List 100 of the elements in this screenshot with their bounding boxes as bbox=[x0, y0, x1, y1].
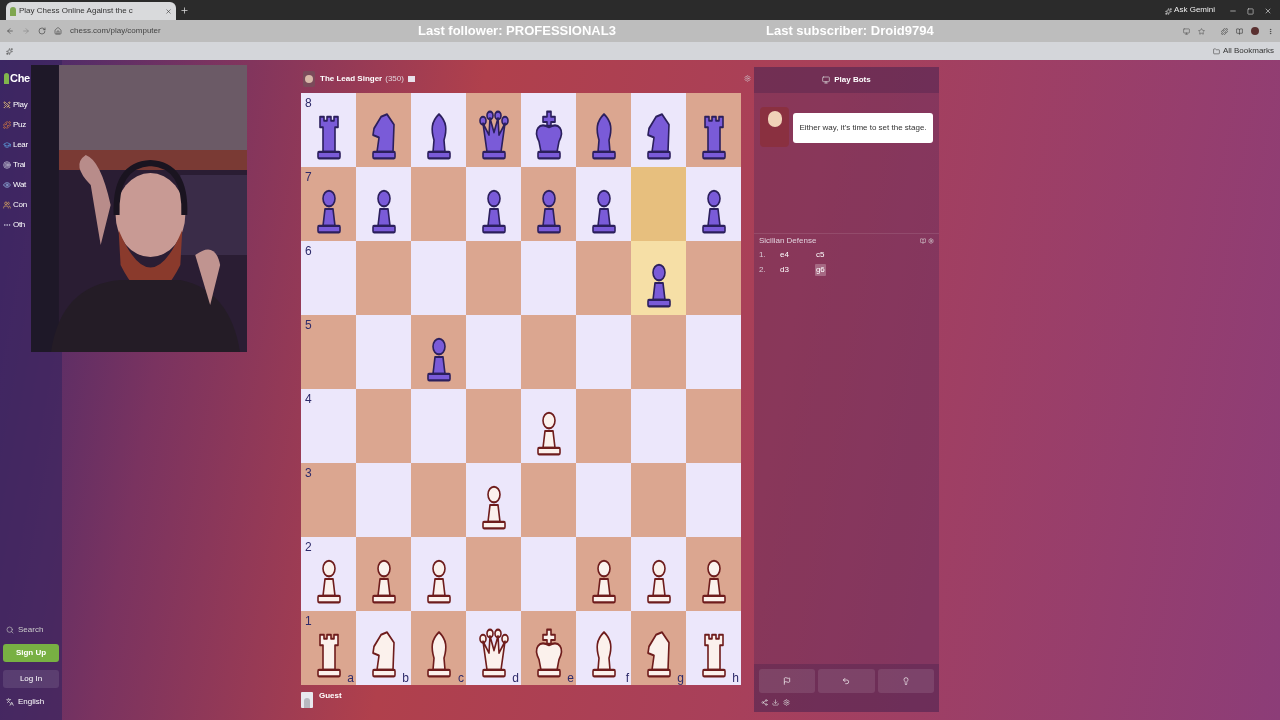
target-icon bbox=[3, 160, 11, 169]
move-text[interactable]: g6 bbox=[814, 263, 826, 276]
board-square[interactable]: e bbox=[521, 611, 576, 685]
board-square[interactable] bbox=[466, 93, 521, 167]
board-square[interactable]: d bbox=[466, 611, 521, 685]
file-label: d bbox=[512, 672, 519, 684]
board-square[interactable] bbox=[631, 93, 686, 167]
board-square[interactable] bbox=[521, 93, 576, 167]
file-label: e bbox=[567, 672, 574, 684]
minimize-icon[interactable] bbox=[1229, 7, 1237, 15]
board-square[interactable] bbox=[576, 93, 631, 167]
board-square[interactable]: 2 bbox=[301, 537, 356, 611]
board-square[interactable]: g bbox=[631, 611, 686, 685]
move-text[interactable]: e4 bbox=[779, 248, 790, 261]
new-tab-icon[interactable] bbox=[180, 6, 189, 15]
board-square[interactable]: c bbox=[411, 611, 466, 685]
gear-icon[interactable] bbox=[928, 237, 934, 244]
board-square[interactable]: 1 a bbox=[301, 611, 356, 685]
board-square[interactable] bbox=[411, 537, 466, 611]
bookmark-star-icon[interactable] bbox=[1198, 27, 1205, 35]
pawn-favicon-icon bbox=[10, 6, 16, 16]
speech-bubble: Either way, it's time to set the stage. bbox=[793, 113, 933, 143]
rank-label: 8 bbox=[305, 97, 312, 109]
log-in-button[interactable]: Log In bbox=[3, 670, 59, 688]
undo-arrow-icon bbox=[842, 677, 851, 685]
rank-label: 2 bbox=[305, 541, 312, 553]
address-bar[interactable]: chess.com/play/computer bbox=[70, 25, 410, 37]
file-label: c bbox=[458, 672, 464, 684]
board-square[interactable] bbox=[411, 93, 466, 167]
board-square[interactable]: 5 bbox=[301, 315, 356, 389]
board-square[interactable] bbox=[356, 93, 411, 167]
maximize-icon[interactable] bbox=[1247, 8, 1254, 15]
board-square[interactable] bbox=[686, 93, 741, 167]
board-square[interactable]: b bbox=[356, 611, 411, 685]
board-square[interactable] bbox=[686, 167, 741, 241]
book-icon[interactable] bbox=[920, 237, 926, 244]
logo-text: Che bbox=[10, 71, 30, 86]
settings-icon[interactable] bbox=[783, 699, 790, 706]
nav-item[interactable]: Con bbox=[0, 194, 31, 215]
nav-item[interactable]: Play bbox=[0, 94, 31, 115]
board-square[interactable] bbox=[576, 167, 631, 241]
board-square[interactable]: 6 bbox=[301, 241, 356, 315]
board-square[interactable]: 7 bbox=[301, 167, 356, 241]
rank-label: 3 bbox=[305, 467, 312, 479]
nav-item[interactable]: Puz bbox=[0, 114, 31, 135]
file-label: h bbox=[732, 672, 739, 684]
file-label: b bbox=[402, 672, 409, 684]
download-icon[interactable] bbox=[772, 699, 779, 706]
board-square[interactable] bbox=[521, 167, 576, 241]
subscriber-text: Last subscriber: Droid9794 bbox=[766, 22, 934, 41]
board-square[interactable]: 4 bbox=[301, 389, 356, 463]
nav-item[interactable]: Wat bbox=[0, 174, 31, 195]
board-square[interactable] bbox=[356, 537, 411, 611]
rank-label: 6 bbox=[305, 245, 312, 257]
file-label: g bbox=[677, 672, 684, 684]
board-square[interactable] bbox=[686, 537, 741, 611]
board-square[interactable]: f bbox=[576, 611, 631, 685]
pawn-logo-icon bbox=[4, 72, 9, 84]
rank-label: 5 bbox=[305, 319, 312, 331]
nav-item[interactable]: Oth bbox=[0, 214, 31, 235]
tab-title: Play Chess Online Against the c bbox=[19, 5, 134, 17]
board-square[interactable]: 8 bbox=[301, 93, 356, 167]
board-square[interactable] bbox=[411, 315, 466, 389]
board-square[interactable] bbox=[576, 537, 631, 611]
reading-list-icon[interactable] bbox=[1236, 27, 1243, 35]
close-icon[interactable] bbox=[165, 7, 172, 15]
browser-tab[interactable]: Play Chess Online Against the c bbox=[6, 2, 176, 20]
nav-item[interactable]: Lear bbox=[0, 134, 31, 155]
file-label: a bbox=[347, 672, 354, 684]
ask-gemini-button[interactable]: Ask Gemini bbox=[1174, 4, 1215, 16]
move-text[interactable]: c5 bbox=[814, 248, 826, 261]
board-square[interactable] bbox=[521, 389, 576, 463]
guest-avatar bbox=[301, 691, 313, 708]
profile-avatar[interactable] bbox=[1251, 27, 1259, 35]
follower-text: Last follower: PROFESSIONAL3 bbox=[418, 22, 617, 41]
language-link[interactable]: English bbox=[18, 696, 45, 708]
bot-portrait bbox=[760, 107, 790, 147]
nav-item[interactable]: Trai bbox=[0, 154, 31, 175]
share-icon[interactable] bbox=[761, 699, 768, 706]
opponent-rating: (350) bbox=[385, 72, 404, 85]
opening-name: Sicilian Defense bbox=[759, 234, 817, 247]
board-square[interactable] bbox=[356, 167, 411, 241]
swords-icon bbox=[3, 100, 11, 109]
board-square[interactable] bbox=[466, 167, 521, 241]
bot-avatar bbox=[303, 70, 315, 87]
board-square[interactable] bbox=[466, 463, 521, 537]
rank-label: 1 bbox=[305, 615, 312, 627]
board-square[interactable]: h bbox=[686, 611, 741, 685]
all-bookmarks-link[interactable]: All Bookmarks bbox=[1222, 45, 1274, 57]
language-icon bbox=[6, 698, 14, 706]
board-square[interactable]: 3 bbox=[301, 463, 356, 537]
opponent-name: The Lead Singer bbox=[320, 72, 383, 85]
board-square[interactable] bbox=[631, 537, 686, 611]
reload-icon[interactable] bbox=[38, 27, 46, 35]
rank-label: 7 bbox=[305, 171, 312, 183]
board-square[interactable] bbox=[631, 241, 686, 315]
extensions-icon[interactable] bbox=[1221, 27, 1228, 35]
flag-icon bbox=[783, 677, 792, 685]
search-link[interactable]: Search bbox=[18, 624, 44, 636]
move-text[interactable]: d3 bbox=[779, 263, 790, 276]
